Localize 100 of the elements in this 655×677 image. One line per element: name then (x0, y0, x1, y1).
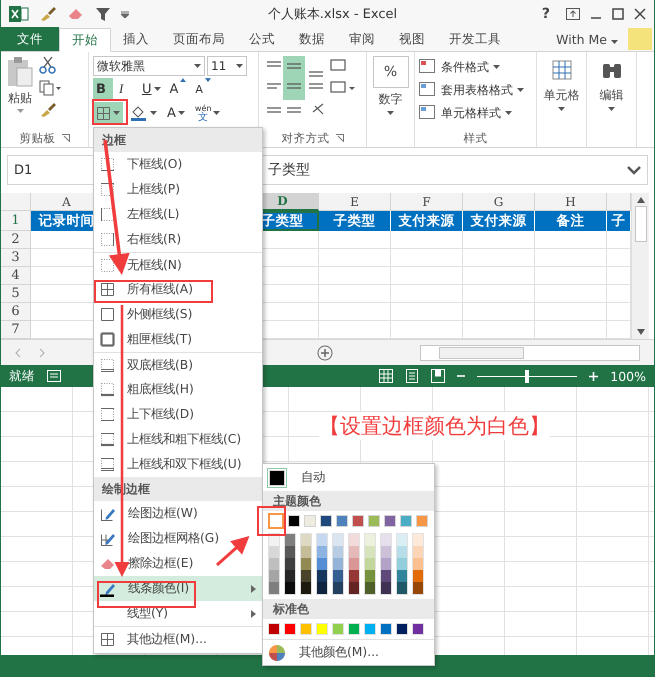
color-swatch[interactable] (285, 570, 295, 582)
color-swatch[interactable] (365, 570, 375, 582)
color-swatch[interactable] (288, 515, 300, 527)
column-header[interactable]: H (535, 193, 607, 211)
color-swatch[interactable] (285, 558, 295, 570)
color-swatch[interactable] (413, 582, 423, 594)
expand-icon[interactable] (627, 165, 641, 175)
ribbon-display-icon[interactable] (566, 8, 580, 20)
color-swatch[interactable] (301, 582, 311, 594)
color-swatch[interactable] (413, 546, 423, 558)
column-header[interactable] (607, 193, 631, 211)
row-header[interactable]: 4 (1, 267, 31, 285)
vertical-scrollbar[interactable] (631, 193, 649, 339)
grid-cell[interactable] (319, 285, 391, 303)
color-swatch[interactable] (368, 515, 380, 527)
color-swatch[interactable] (336, 515, 348, 527)
grid-cell[interactable] (319, 267, 391, 285)
color-swatch[interactable] (349, 582, 359, 594)
color-swatch[interactable] (301, 558, 311, 570)
color-swatch[interactable] (349, 570, 359, 582)
close-icon[interactable] (634, 8, 646, 20)
add-sheet-icon[interactable] (317, 344, 333, 360)
color-swatch[interactable] (397, 558, 407, 570)
grow-font-button[interactable]: A (166, 78, 190, 100)
menu-item[interactable]: 下框线(O) (94, 152, 262, 177)
font-size-field[interactable]: 11 (207, 56, 247, 76)
color-swatch[interactable] (317, 570, 327, 582)
help-button[interactable]: ? (536, 6, 556, 22)
row-header[interactable]: 3 (1, 249, 31, 267)
menu-item[interactable]: 上下框线(D) (94, 402, 262, 427)
color-swatch[interactable] (365, 546, 375, 558)
grid-cell[interactable] (463, 267, 535, 285)
ribbon-tab[interactable]: 开发工具 (437, 27, 513, 51)
color-swatch[interactable] (269, 570, 279, 582)
grid-cell[interactable] (319, 231, 391, 249)
menu-item[interactable]: 绘图边框网格(G) (94, 526, 262, 551)
underline-button[interactable]: U (139, 78, 164, 100)
color-swatch[interactable] (413, 570, 423, 582)
color-swatch[interactable] (400, 515, 412, 527)
account-menu[interactable]: With Me (550, 27, 624, 51)
color-swatch[interactable] (349, 534, 359, 546)
color-swatch[interactable] (333, 570, 343, 582)
dialog-launcher-icon[interactable] (62, 134, 70, 142)
font-color-button[interactable]: A (164, 102, 188, 124)
color-swatch[interactable] (416, 515, 428, 527)
color-swatch[interactable] (320, 515, 332, 527)
grid-cell[interactable] (535, 303, 607, 321)
row-header[interactable]: 7 (1, 321, 31, 339)
cut-icon[interactable] (39, 56, 57, 74)
menu-item[interactable]: 左框线(L) (94, 202, 262, 227)
menu-item[interactable]: 上框线和双下框线(U) (94, 452, 262, 477)
number-format-button[interactable]: % (372, 56, 408, 88)
color-swatch[interactable] (301, 546, 311, 558)
color-swatch[interactable] (365, 558, 375, 570)
color-swatch[interactable] (268, 513, 284, 529)
color-swatch[interactable] (397, 582, 407, 594)
dialog-launcher-icon[interactable] (336, 134, 344, 142)
copy-icon[interactable] (39, 80, 61, 96)
grid-cell[interactable] (463, 303, 535, 321)
color-swatch[interactable] (285, 546, 295, 558)
menu-item[interactable]: 绘图边框(W) (94, 501, 262, 526)
menu-item[interactable]: 外侧框线(S) (94, 302, 262, 327)
zoom-in-icon[interactable] (589, 372, 598, 380)
shrink-font-button[interactable]: A (192, 78, 214, 100)
grid-cell[interactable] (391, 267, 463, 285)
filter-icon[interactable] (95, 6, 111, 22)
color-swatch[interactable] (317, 558, 327, 570)
column-header[interactable]: F (391, 193, 463, 211)
ribbon-tab[interactable]: 开始 (59, 28, 111, 52)
scroll-up-icon[interactable] (636, 196, 644, 204)
grid-cell[interactable] (463, 249, 535, 267)
menu-item[interactable]: 所有框线(A) (94, 277, 262, 302)
row-header[interactable]: 6 (1, 303, 31, 321)
grid-cell[interactable] (463, 231, 535, 249)
color-swatch[interactable] (397, 534, 407, 546)
color-swatch[interactable] (397, 570, 407, 582)
format-painter-icon[interactable] (39, 102, 57, 118)
color-swatch[interactable] (365, 534, 375, 546)
menu-item[interactable]: 上框线(P) (94, 177, 262, 202)
color-swatch[interactable] (301, 534, 311, 546)
grid-cell[interactable] (463, 285, 535, 303)
grid-cell[interactable] (535, 231, 607, 249)
page-break-icon[interactable] (431, 369, 446, 383)
column-header[interactable]: E (319, 193, 391, 211)
ribbon-tab[interactable]: 审阅 (337, 27, 387, 51)
color-swatch[interactable] (269, 558, 279, 570)
row-header[interactable]: 2 (1, 231, 31, 249)
menu-item[interactable]: 粗底框线(H) (94, 377, 262, 402)
menu-item[interactable]: 上框线和粗下框线(C) (94, 427, 262, 452)
brush-icon[interactable] (39, 6, 57, 22)
color-swatch[interactable] (317, 582, 327, 594)
color-swatch[interactable] (333, 534, 343, 546)
file-tab[interactable]: 文件 (1, 27, 59, 51)
normal-view-icon[interactable] (379, 369, 394, 383)
phonetic-button[interactable]: wén 文 (192, 102, 224, 124)
scroll-thumb[interactable] (439, 346, 524, 358)
borders-button[interactable] (93, 102, 123, 124)
column-header[interactable]: G (463, 193, 535, 211)
bold-button[interactable]: B (93, 78, 113, 100)
more-colors-option[interactable]: 其他颜色(M)... (263, 639, 434, 665)
